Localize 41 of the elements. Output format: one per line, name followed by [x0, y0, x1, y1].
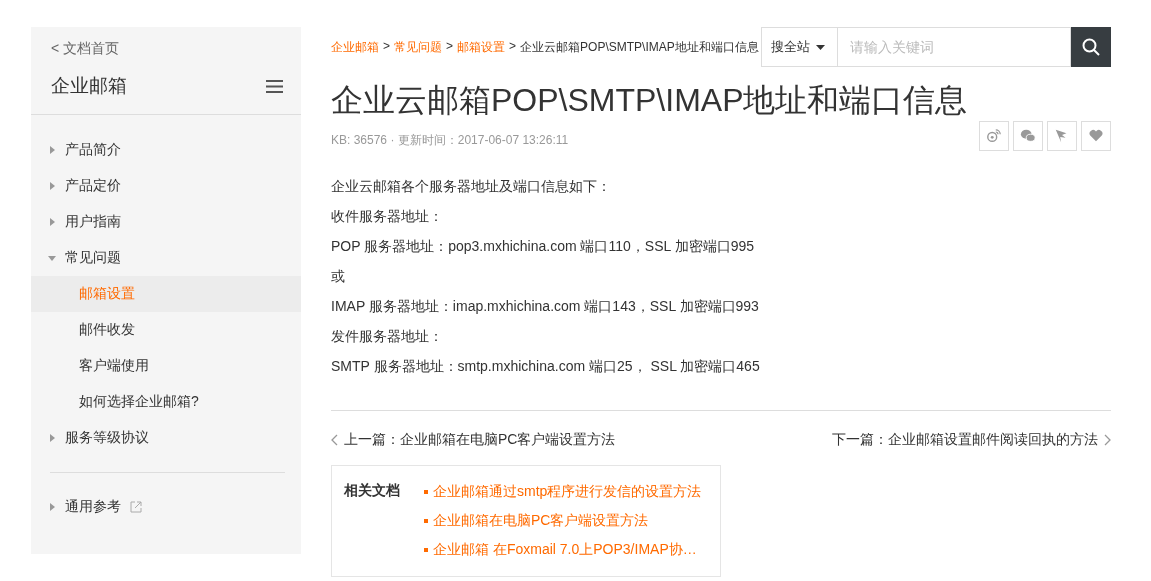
- nav-item[interactable]: 常见问题: [65, 249, 121, 267]
- article-paragraph: 企业云邮箱各个服务器地址及端口信息如下：: [331, 177, 612, 196]
- article-meta: KB: 36576 · 更新时间：2017-06-07 13:26:11: [331, 132, 569, 149]
- nav-item[interactable]: 产品简介: [65, 141, 121, 159]
- nav-subitem[interactable]: 如何选择企业邮箱?: [31, 384, 301, 420]
- nav-subitem[interactable]: 客户端使用: [31, 348, 301, 384]
- search-icon: [1082, 38, 1100, 56]
- scope-dropdown[interactable]: 搜全站: [761, 27, 838, 67]
- article-paragraph: 发件服务器地址：: [331, 327, 444, 346]
- breadcrumb-current: 企业云邮箱POP\SMTP\IMAP地址和端口信息: [520, 39, 759, 56]
- nav-item[interactable]: 服务等级协议: [65, 429, 149, 447]
- related-docs-heading: 相关文档: [344, 482, 400, 500]
- chat-bubbles-icon: [1020, 127, 1036, 145]
- next-article-link[interactable]: 下一篇：企业邮箱设置邮件阅读回执的方法: [832, 431, 1111, 449]
- nav-item[interactable]: 通用参考: [65, 498, 121, 516]
- nav-item[interactable]: 产品定价: [65, 177, 121, 195]
- search-button[interactable]: [1071, 27, 1111, 67]
- chevron-right-icon: [1104, 434, 1111, 446]
- breadcrumb-separator: >: [383, 39, 390, 55]
- menu-icon[interactable]: [266, 79, 283, 93]
- article-paragraph: POP 服务器地址：pop3.mxhichina.com 端口110，SSL 加密端口995: [331, 237, 755, 256]
- previous-article-link[interactable]: 上一篇：企业邮箱在电脑PC客户端设置方法: [331, 431, 616, 449]
- sidebar-title: 企业邮箱: [51, 74, 127, 98]
- article-paragraph: SMTP 服务器地址：smtp.mxhichina.com 端口25， SSL 加密端口465: [331, 357, 761, 376]
- breadcrumb-separator: >: [509, 39, 517, 55]
- article-paragraph: 或: [331, 267, 346, 286]
- search-field[interactable]: 请输入关键词: [838, 27, 1071, 67]
- article-paragraph: 收件服务器地址：: [331, 207, 444, 226]
- nav-subitem[interactable]: 邮件收发: [31, 312, 301, 348]
- share-button[interactable]: [979, 121, 1009, 151]
- share-button[interactable]: [1013, 121, 1043, 151]
- article-paragraph: IMAP 服务器地址：imap.mxhichina.com 端口143，SSL 加密端口993: [331, 297, 760, 316]
- nav-item[interactable]: 用户指南: [65, 213, 121, 231]
- share-button[interactable]: [1081, 121, 1111, 151]
- caret-down-icon: [816, 44, 825, 50]
- chevron-left-icon: [331, 434, 338, 446]
- article-title: 企业云邮箱POP\SMTP\IMAP地址和端口信息: [331, 81, 969, 120]
- back-link[interactable]: < 文档首页: [51, 40, 120, 58]
- breadcrumb-separator: >: [446, 39, 454, 55]
- weibo-icon: [986, 127, 1002, 145]
- share-button[interactable]: [1047, 121, 1077, 151]
